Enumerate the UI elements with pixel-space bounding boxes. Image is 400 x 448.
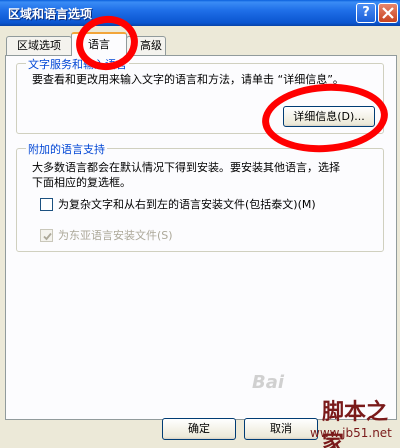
- window-title: 区域和语言选项: [8, 7, 93, 21]
- help-icon: ?: [362, 5, 370, 20]
- checkmark-icon: [43, 232, 52, 241]
- complex-script-label[interactable]: 为复杂文字和从右到左的语言安装文件(包括泰文)(M): [58, 197, 316, 212]
- watermark-url: www.jb51.net: [310, 426, 392, 440]
- east-asian-checkbox[interactable]: [40, 229, 53, 242]
- east-asian-label: 为东亚语言安装文件(S): [58, 229, 173, 242]
- tab-regional-options[interactable]: 区域选项: [6, 36, 72, 56]
- ok-button[interactable]: 确定: [162, 418, 236, 440]
- supplemental-description-line2: 下面相应的复选框。: [32, 176, 131, 189]
- tab-languages[interactable]: 语言: [71, 32, 127, 56]
- cancel-button[interactable]: 取消: [244, 418, 318, 440]
- complex-script-checkbox[interactable]: [40, 198, 53, 211]
- tab-advanced[interactable]: 高级: [126, 36, 166, 56]
- text-services-description: 要查看和更改用来输入文字的语言和方法，请单击 “详细信息”。: [32, 73, 344, 86]
- supplemental-description-line1: 大多数语言都会在默认情况下得到安装。要安装其他语言，选择: [32, 161, 340, 174]
- close-icon: [382, 7, 394, 19]
- help-button[interactable]: ?: [356, 3, 376, 23]
- close-button[interactable]: [378, 3, 398, 23]
- title-bar[interactable]: 区域和语言选项 ?: [0, 0, 400, 26]
- text-services-legend: 文字服务和输入语言: [26, 56, 129, 72]
- details-button[interactable]: 详细信息(D)...: [283, 106, 375, 127]
- watermark-logo: Bai: [252, 372, 285, 393]
- supplemental-language-legend: 附加的语言支持: [26, 141, 107, 157]
